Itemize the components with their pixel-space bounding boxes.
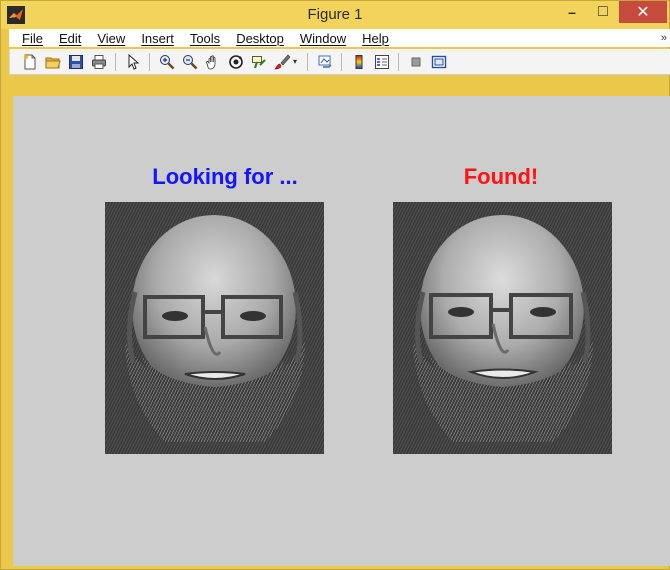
toolbar-separator bbox=[115, 52, 116, 71]
menu-overflow-icon[interactable]: » bbox=[661, 32, 667, 44]
link-plot-icon[interactable] bbox=[315, 52, 335, 72]
colorbar-icon[interactable] bbox=[349, 52, 369, 72]
menu-edit[interactable]: Edit bbox=[57, 31, 83, 46]
show-plot-tools-icon[interactable] bbox=[429, 52, 449, 72]
menu-view[interactable]: View bbox=[95, 31, 127, 46]
menu-file[interactable]: File bbox=[20, 31, 45, 46]
legend-icon[interactable] bbox=[372, 52, 392, 72]
toolbar-separator bbox=[307, 52, 308, 71]
figure-toolbar: ▾ bbox=[9, 49, 670, 75]
menu-bar: File Edit View Insert Tools Desktop Wind… bbox=[9, 29, 670, 47]
figure-window: Figure 1 – □ ✕ File Edit View Insert Too… bbox=[0, 0, 670, 570]
brush-dropdown-icon[interactable]: ▾ bbox=[293, 57, 301, 66]
menu-help[interactable]: Help bbox=[360, 31, 391, 46]
menu-window[interactable]: Window bbox=[298, 31, 348, 46]
figure-canvas: Looking for ... Found! bbox=[13, 96, 670, 566]
pointer-icon[interactable] bbox=[123, 52, 143, 72]
menu-tools[interactable]: Tools bbox=[188, 31, 222, 46]
print-icon[interactable] bbox=[89, 52, 109, 72]
toolbar-separator bbox=[341, 52, 342, 71]
query-face-image bbox=[105, 202, 324, 454]
left-axes-title: Looking for ... bbox=[152, 164, 298, 189]
zoom-out-icon[interactable] bbox=[180, 52, 200, 72]
close-button[interactable]: ✕ bbox=[619, 1, 667, 23]
zoom-in-icon[interactable] bbox=[157, 52, 177, 72]
data-cursor-icon[interactable] bbox=[249, 52, 269, 72]
brush-icon[interactable] bbox=[272, 52, 292, 72]
right-axes-title: Found! bbox=[463, 164, 539, 189]
minimize-icon: – bbox=[568, 4, 576, 20]
pan-icon[interactable] bbox=[203, 52, 223, 72]
maximize-button[interactable]: □ bbox=[589, 1, 617, 23]
matched-face-image bbox=[393, 202, 612, 454]
new-figure-icon[interactable] bbox=[20, 52, 40, 72]
menu-desktop[interactable]: Desktop bbox=[234, 31, 286, 46]
toolbar-separator bbox=[149, 52, 150, 71]
title-bar[interactable]: Figure 1 – □ ✕ bbox=[1, 1, 669, 29]
save-icon[interactable] bbox=[66, 52, 86, 72]
maximize-icon: □ bbox=[598, 3, 608, 20]
open-file-icon[interactable] bbox=[43, 52, 63, 72]
rotate-3d-icon[interactable] bbox=[226, 52, 246, 72]
menu-insert[interactable]: Insert bbox=[139, 31, 176, 46]
toolbar-separator bbox=[398, 52, 399, 71]
hide-plot-tools-icon[interactable] bbox=[406, 52, 426, 72]
close-icon: ✕ bbox=[636, 4, 650, 21]
minimize-button[interactable]: – bbox=[557, 1, 587, 23]
